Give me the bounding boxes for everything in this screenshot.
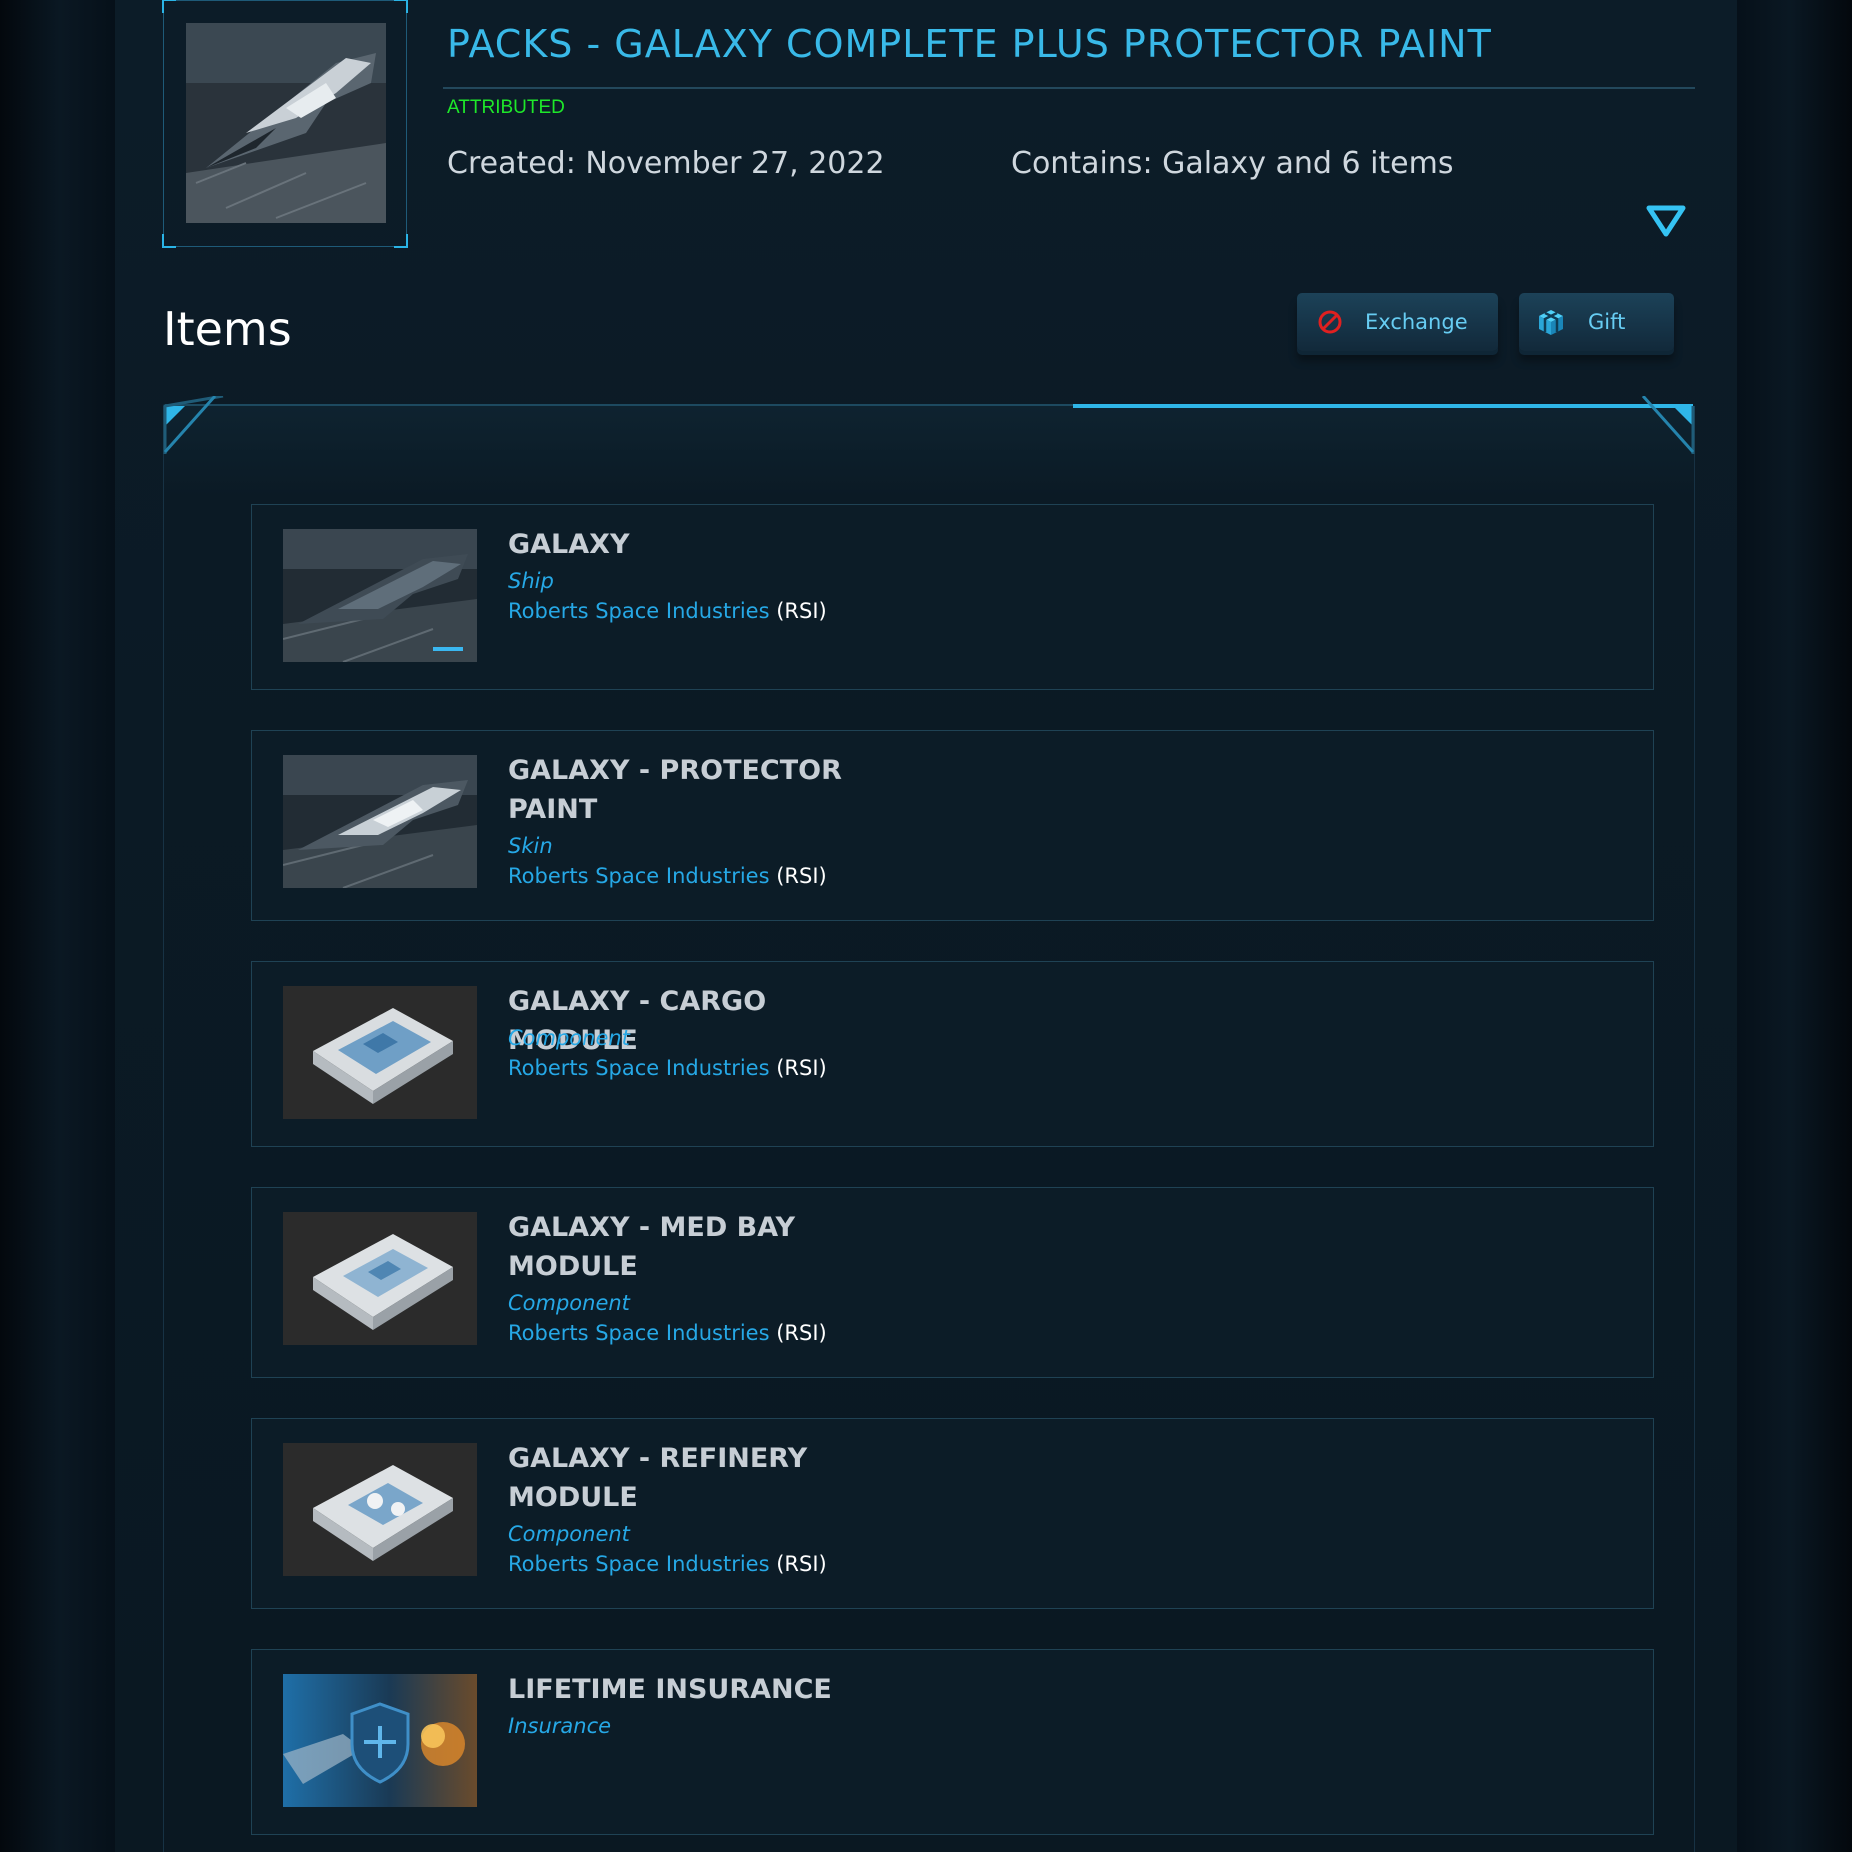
item-name: GALAXY - MED BAY MODULE [508,1212,796,1282]
item-manufacturer: Roberts Space Industries (RSI) [508,1318,827,1348]
frame-top-highlight [1073,404,1693,408]
manufacturer-name: Roberts Space Industries [508,864,770,888]
item-card: GALAXY - PROTECTOR PAINT Skin Roberts Sp… [251,730,1654,921]
gift-button[interactable]: Gift [1519,293,1674,351]
status-badge: ATTRIBUTED [447,97,565,118]
item-type: Component [508,1522,630,1546]
item-manufacturer: Roberts Space Industries (RSI) [508,1549,827,1579]
frame-corner-right [1641,396,1695,454]
manufacturer-code: (RSI) [776,1321,827,1345]
pack-title: PACKS - GALAXY COMPLETE PLUS PROTECTOR P… [447,22,1492,66]
item-type: Insurance [508,1714,612,1738]
pack-thumbnail-image [186,23,386,223]
item-card: LIFETIME INSURANCE Insurance [251,1649,1654,1835]
manufacturer-code: (RSI) [776,864,827,888]
created-date: Created: November 27, 2022 [447,146,885,181]
manufacturer-name: Roberts Space Industries [508,1056,770,1080]
insurance-image [283,1674,477,1807]
module-image [283,986,477,1119]
gift-box-icon [1539,310,1563,335]
item-name: GALAXY [508,529,630,560]
manufacturer-name: Roberts Space Industries [508,599,770,623]
module-image [283,1443,477,1576]
ship-image [283,755,477,888]
triangle-down-icon [1646,205,1686,237]
item-card: GALAXY - MED BAY MODULE Component Robert… [251,1187,1654,1378]
gift-label: Gift [1588,310,1626,334]
ship-image [283,529,477,662]
item-card: GALAXY - REFINERY MODULE Component Rober… [251,1418,1654,1609]
item-manufacturer: Roberts Space Industries (RSI) [508,596,827,626]
manufacturer-name: Roberts Space Industries [508,1321,770,1345]
pack-thumbnail-frame [162,0,408,248]
items-heading: Items [163,302,292,356]
item-card: GALAXY Ship Roberts Space Industries (RS… [251,504,1654,690]
manufacturer-code: (RSI) [776,1056,827,1080]
manufacturer-code: (RSI) [776,1552,827,1576]
item-card: GALAXY - CARGO MODULE Component Roberts … [251,961,1654,1147]
expand-toggle-button[interactable] [1643,198,1689,244]
item-type: Component [508,1026,630,1050]
item-type: Component [508,1291,630,1315]
item-name: LIFETIME INSURANCE [508,1674,832,1705]
item-manufacturer: Roberts Space Industries (RSI) [508,1053,827,1083]
item-name: GALAXY - PROTECTOR PAINT [508,755,842,825]
item-type: Skin [508,834,553,858]
title-divider [443,87,1695,89]
manufacturer-name: Roberts Space Industries [508,1552,770,1576]
contains-summary: Contains: Galaxy and 6 items [1011,146,1454,181]
frame-corner-left [163,396,224,454]
prohibited-icon [1318,310,1342,334]
manufacturer-code: (RSI) [776,599,827,623]
item-name: GALAXY - REFINERY MODULE [508,1443,808,1513]
exchange-label: Exchange [1365,310,1468,334]
exchange-button[interactable]: Exchange [1297,293,1498,351]
item-manufacturer: Roberts Space Industries (RSI) [508,861,827,891]
module-image [283,1212,477,1345]
item-type: Ship [508,569,554,593]
